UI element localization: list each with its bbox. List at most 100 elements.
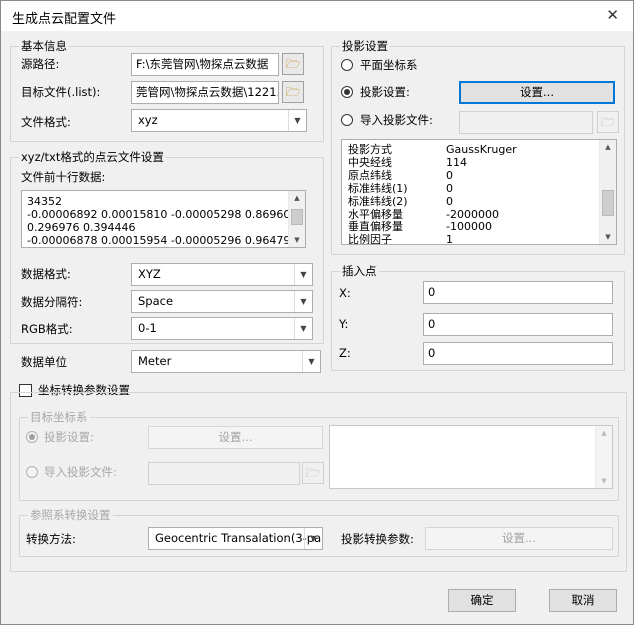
property-name: 原点纬线 [348,168,392,182]
projection-legend: 投影设置 [340,39,390,54]
projection-properties-list[interactable]: 投影方式 GaussKruger 中央经线 114 原点纬线 0 标准纬线(1) 0 标准纬线(… [341,139,617,245]
chevron-down-icon: ▼ [304,528,322,549]
projection-settings-button[interactable]: 设置... [459,81,615,104]
scroll-up-icon[interactable]: ▲ [289,191,305,205]
folder-open-icon: 🗁 [285,57,301,71]
source-path-input[interactable]: F:\东莞管网\物探点云数据 [131,53,279,76]
scroll-thumb[interactable] [291,209,303,225]
x-label: X: [339,286,351,300]
target-file-label: 目标文件(.list): [21,85,101,99]
target-browse-button[interactable]: 🗁 [282,81,304,103]
preview-line: 0.296976 0.394446 [27,221,136,234]
target-scrollbar[interactable]: ▲ ▼ [595,426,612,488]
property-value: 0 [446,168,453,182]
rgb-format-label: RGB格式: [21,322,73,336]
radio-plane-label: 平面坐标系 [360,58,418,72]
data-unit-value: Meter [138,354,172,368]
dialog-window: 生成点云配置文件 ✕ 基本信息 源路径: F:\东莞管网\物探点云数据 🗁 目标… [0,0,634,625]
chevron-down-icon: ▼ [302,351,320,372]
rgb-format-select[interactable]: 0-1 ▼ [131,317,313,340]
chevron-down-icon: ▼ [294,291,312,312]
target-settings-button[interactable]: 设置... [148,426,323,449]
method-value: Geocentric Transalation(3-para [155,531,323,545]
method-label: 转换方法: [26,532,76,546]
target-radio-import-label: 导入投影文件: [44,465,117,479]
preview-line: -0.00006892 0.00015810 -0.00005298 0.869… [27,208,298,221]
import-path-input[interactable] [459,111,593,134]
data-format-select[interactable]: XYZ ▼ [131,263,313,286]
cancel-button[interactable]: 取消 [549,589,617,612]
target-radio-projection[interactable] [26,431,38,443]
chevron-down-icon: ▼ [288,110,306,131]
property-name: 中央经线 [348,155,392,169]
separator-label: 数据分隔符: [21,295,83,309]
close-icon[interactable]: ✕ [606,6,619,24]
target-properties-list[interactable]: ▲ ▼ [329,425,613,489]
target-radio-projection-label: 投影设置: [44,430,94,444]
data-unit-label: 数据单位 [21,355,67,369]
preview-line: 34352 [27,195,62,208]
folder-open-icon: 🗁 [600,115,616,129]
insert-point-legend: 插入点 [340,264,379,279]
separator-value: Space [138,294,174,308]
source-browse-button[interactable]: 🗁 [282,53,304,75]
preview-label: 文件前十行数据: [21,170,106,184]
ref-transform-legend: 参照系转换设置 [28,508,113,523]
target-file-input[interactable]: 莞管网\物探点云数据\1221.list [131,81,279,104]
ok-button[interactable]: 确定 [448,589,516,612]
property-value: 0 [446,194,453,208]
scroll-thumb[interactable] [602,190,614,216]
params-label: 投影转换参数: [341,532,414,546]
y-label: Y: [339,317,349,331]
radio-plane[interactable] [341,59,353,71]
chevron-down-icon: ▼ [294,264,312,285]
separator-select[interactable]: Space ▼ [131,290,313,313]
scroll-up-icon[interactable]: ▲ [600,140,616,154]
window-title: 生成点云配置文件 [12,12,117,27]
z-input[interactable]: 0 [423,342,613,365]
property-value: GaussKruger [446,143,517,156]
radio-projection[interactable] [341,86,353,98]
property-name: 比例因子 [348,233,392,245]
radio-projection-label: 投影设置: [360,85,410,99]
y-input[interactable]: 0 [423,313,613,336]
properties-scrollbar[interactable]: ▲ ▼ [599,140,616,244]
property-value: 0 [446,181,453,195]
preview-line: -0.00006878 0.00015954 -0.00005296 0.964… [27,234,298,247]
target-radio-import[interactable] [26,466,38,478]
target-crs-legend: 目标坐标系 [28,410,90,425]
preview-textarea[interactable]: 34352 -0.00006892 0.00015810 -0.00005298… [21,190,306,248]
target-import-input[interactable] [148,462,300,485]
basic-info-legend: 基本信息 [19,39,69,54]
title-bar: 生成点云配置文件 ✕ [1,1,633,31]
property-value: -100000 [446,220,492,234]
data-unit-select[interactable]: Meter ▼ [131,350,321,373]
scroll-down-icon[interactable]: ▼ [289,233,305,247]
radio-import-label: 导入投影文件: [360,113,433,127]
target-browse-button[interactable]: 🗁 [302,462,324,484]
rgb-format-value: 0-1 [138,321,157,335]
data-format-label: 数据格式: [21,267,71,281]
property-name: 标准纬线(2) [348,194,408,208]
scroll-up-icon[interactable]: ▲ [596,426,612,440]
file-format-label: 文件格式: [21,115,71,129]
preview-scrollbar[interactable]: ▲ ▼ [288,191,305,247]
folder-open-icon: 🗁 [305,466,321,480]
params-settings-button[interactable]: 设置... [425,527,613,550]
file-format-select[interactable]: xyz ▼ [131,109,307,132]
property-name: 垂直偏移量 [348,220,403,234]
data-format-value: XYZ [138,267,161,281]
z-label: Z: [339,346,351,360]
property-name: 水平偏移量 [348,207,403,221]
folder-open-icon: 🗁 [285,85,301,99]
source-path-label: 源路径: [21,57,60,71]
scroll-down-icon[interactable]: ▼ [600,230,616,244]
property-name: 投影方式 [348,143,392,156]
radio-import[interactable] [341,114,353,126]
property-value: 114 [446,155,467,169]
property-value: -2000000 [446,207,499,221]
import-browse-button[interactable]: 🗁 [597,111,619,133]
x-input[interactable]: 0 [423,281,613,304]
method-select[interactable]: Geocentric Transalation(3-para ▼ [148,527,323,550]
scroll-down-icon[interactable]: ▼ [596,474,612,488]
